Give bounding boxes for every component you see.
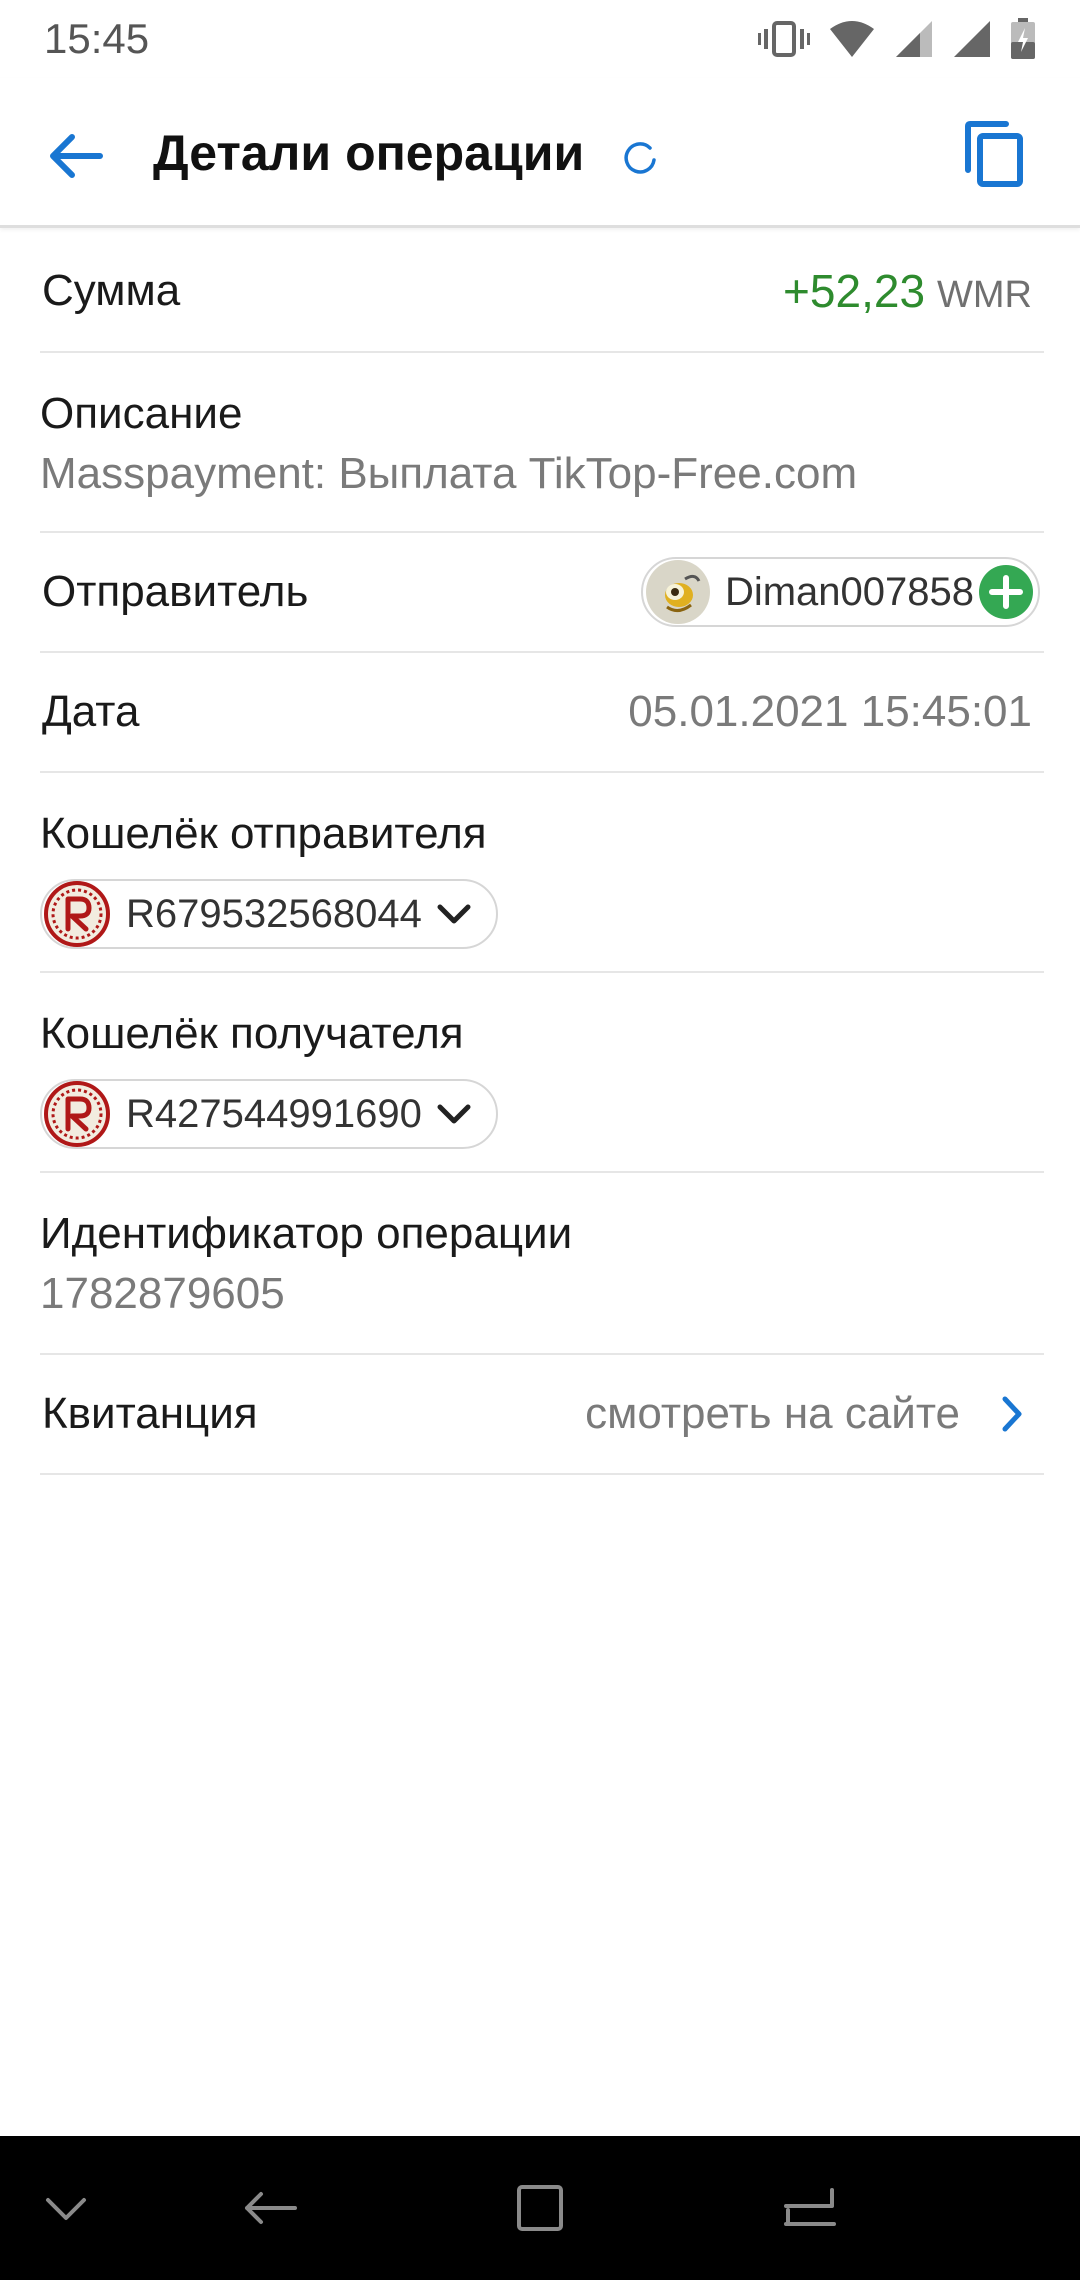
- receipt-label: Квитанция: [42, 1389, 258, 1438]
- recents-icon: [784, 2188, 836, 2226]
- row-receiver-wallet: Кошелёк получателя R427544991690: [40, 973, 1044, 1173]
- row-operation-id: Идентификатор операции 1782879605: [40, 1173, 1044, 1355]
- sender-name: Diman007858: [724, 569, 974, 614]
- sender-wallet-number: R679532568044: [126, 891, 422, 936]
- receiver-wallet-number: R427544991690: [126, 1091, 422, 1136]
- chevron-down-icon: [46, 2198, 86, 2220]
- sender-chip[interactable]: Diman007858: [640, 557, 1040, 627]
- system-nav-bar: [0, 2136, 1080, 2280]
- operation-id-value: 1782879605: [40, 1269, 285, 1318]
- row-date: Дата 05.01.2021 15:45:01: [40, 653, 1044, 773]
- back-arrow-icon: [245, 2192, 297, 2224]
- row-sum: Сумма +52,23 WMR: [40, 231, 1044, 353]
- back-button[interactable]: [40, 120, 112, 192]
- chevron-down-icon: [437, 904, 471, 924]
- home-square-icon: [517, 2185, 563, 2231]
- operation-details: Сумма +52,23 WMR Описание Masspayment: Вы…: [0, 231, 1080, 1475]
- nav-recents-button[interactable]: [780, 2178, 840, 2238]
- row-description: Описание Masspayment: Выплата TikTop-Fre…: [40, 353, 1044, 533]
- nav-hide-button[interactable]: [36, 2178, 96, 2238]
- wmr-wallet-icon: [44, 881, 110, 947]
- date-label: Дата: [42, 687, 140, 736]
- row-receipt[interactable]: Квитанция смотреть на сайте: [40, 1355, 1044, 1475]
- signal-icon-2: [954, 21, 990, 57]
- chevron-down-icon: [437, 1104, 471, 1124]
- sum-currency: WMR: [937, 274, 1032, 316]
- copy-button[interactable]: [954, 114, 1034, 194]
- description-value: Masspayment: Выплата TikTop-Free.com: [40, 449, 858, 498]
- add-contact-icon[interactable]: [978, 564, 1034, 620]
- vibrate-icon: [758, 21, 810, 57]
- wmr-wallet-icon: [44, 1081, 110, 1147]
- page-title: Детали операции: [153, 125, 585, 181]
- row-sender: Отправитель Diman007858: [40, 533, 1044, 653]
- screen: 15:45 Детали операции Сумма +52,23 WMR О…: [0, 0, 1080, 2280]
- status-icons: [758, 18, 1036, 60]
- sum-label: Сумма: [42, 266, 181, 315]
- sum-amount: +52,23: [783, 265, 926, 317]
- date-value: 05.01.2021 15:45:01: [628, 687, 1032, 736]
- sender-label: Отправитель: [42, 567, 309, 616]
- chevron-right-icon: [1002, 1396, 1022, 1432]
- sender-wallet-chip[interactable]: R679532568044: [40, 879, 498, 949]
- battery-icon: [1011, 18, 1035, 59]
- nav-back-button[interactable]: [240, 2178, 300, 2238]
- receiver-wallet-chevron: [436, 1102, 472, 1126]
- operation-id-label: Идентификатор операции: [40, 1209, 573, 1258]
- back-arrow-icon: [50, 134, 103, 178]
- description-label: Описание: [40, 389, 243, 438]
- copy-icon: [965, 121, 1023, 187]
- signal-icon-1: [896, 21, 932, 57]
- refresh-spinner: [622, 140, 658, 181]
- receipt-link-text: смотреть на сайте: [585, 1389, 960, 1438]
- nav-home-button[interactable]: [510, 2178, 570, 2238]
- sender-wallet-label: Кошелёк отправителя: [40, 809, 487, 858]
- status-bar: 15:45: [0, 0, 1080, 78]
- sender-wallet-chevron: [436, 902, 472, 926]
- sum-value: +52,23 WMR: [783, 264, 1032, 318]
- row-sender-wallet: Кошелёк отправителя R679532568044: [40, 773, 1044, 973]
- status-time: 15:45: [44, 15, 150, 62]
- refresh-spinner-icon: [624, 142, 656, 174]
- app-bar: Детали операции: [0, 78, 1080, 228]
- wifi-icon: [830, 21, 874, 57]
- receiver-wallet-chip[interactable]: R427544991690: [40, 1079, 498, 1149]
- receipt-link[interactable]: смотреть на сайте: [585, 1389, 1024, 1439]
- avatar-icon: [645, 560, 710, 624]
- receiver-wallet-label: Кошелёк получателя: [40, 1009, 464, 1058]
